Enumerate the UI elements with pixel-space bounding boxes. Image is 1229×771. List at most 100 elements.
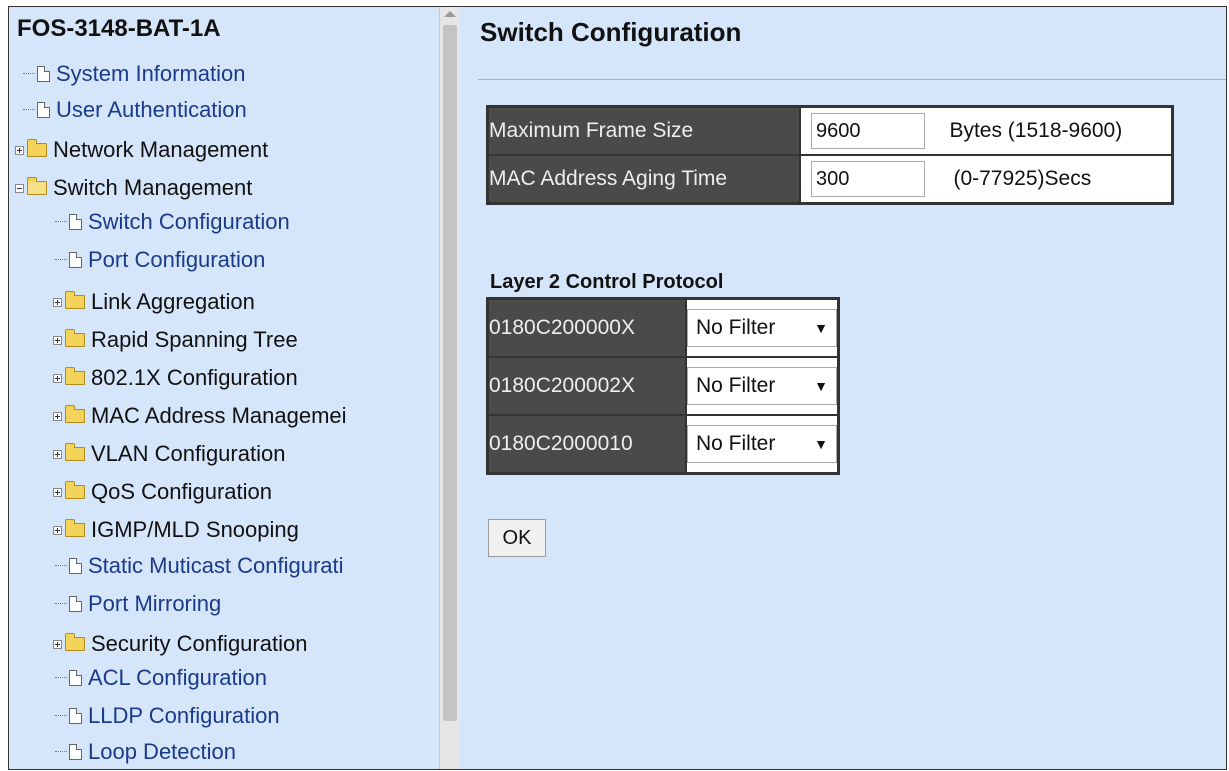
max-frame-size-range: Bytes (1518-9600)	[949, 119, 1123, 142]
select-value: No Filter	[696, 432, 776, 455]
sidebar-item-qos-configuration[interactable]: QoS Configuration	[53, 477, 272, 507]
folder-icon	[27, 139, 47, 157]
select-value: No Filter	[696, 316, 776, 339]
sidebar-item-loop-detection[interactable]: Loop Detection	[55, 737, 236, 767]
device-title: FOS-3148-BAT-1A	[17, 15, 221, 42]
sidebar-item-network-management[interactable]: Network Management	[15, 135, 268, 165]
sidebar-item-label: IGMP/MLD Snooping	[91, 517, 299, 542]
expand-plus-icon[interactable]	[53, 639, 62, 649]
mac-aging-time-cell: (0-77925)Secs	[799, 154, 1174, 205]
sidebar-item-static-multicast-configuration[interactable]: Static Muticast Configurati	[55, 551, 344, 581]
sidebar-item-label: Loop Detection	[88, 739, 236, 764]
tree-line	[55, 221, 67, 223]
sidebar-item-security-configuration[interactable]: Security Configuration	[53, 629, 307, 659]
l2cp-filter-select[interactable]: No Filter ▼	[687, 425, 837, 463]
expand-plus-icon[interactable]	[15, 145, 24, 155]
sidebar-item-label: Security Configuration	[91, 631, 308, 656]
sidebar-item-label: VLAN Configuration	[91, 441, 286, 466]
window-frame: FOS-3148-BAT-1A System Information User …	[8, 6, 1227, 770]
page-icon	[69, 214, 82, 230]
l2cp-filter-select[interactable]: No Filter ▼	[687, 367, 837, 405]
tree-line	[55, 715, 67, 717]
l2cp-address: 0180C200002X	[486, 356, 687, 416]
folder-icon	[65, 405, 85, 423]
sidebar-item-label: User Authentication	[56, 97, 247, 122]
sidebar: FOS-3148-BAT-1A System Information User …	[9, 7, 439, 769]
tree-line	[55, 259, 67, 261]
l2cp-filter-select[interactable]: No Filter ▼	[687, 309, 837, 347]
sidebar-item-port-configuration[interactable]: Port Configuration	[55, 245, 265, 275]
ok-button[interactable]: OK	[488, 519, 546, 557]
sidebar-scrollbar[interactable]	[439, 7, 460, 769]
tree-line	[23, 73, 35, 75]
page-icon	[37, 102, 50, 118]
l2cp-filter-cell: No Filter ▼	[685, 297, 840, 358]
table-row: 0180C200000X No Filter ▼	[486, 297, 840, 358]
sidebar-item-label: ACL Configuration	[88, 665, 267, 690]
sidebar-item-rapid-spanning-tree[interactable]: Rapid Spanning Tree	[53, 325, 298, 355]
table-row: 0180C200002X No Filter ▼	[486, 356, 840, 416]
expand-plus-icon[interactable]	[53, 449, 62, 459]
sidebar-item-switch-configuration[interactable]: Switch Configuration	[55, 207, 290, 237]
sidebar-item-acl-configuration[interactable]: ACL Configuration	[55, 663, 267, 693]
collapse-minus-icon[interactable]	[15, 183, 24, 193]
folder-icon	[65, 291, 85, 309]
sidebar-item-label: 802.1X Configuration	[91, 365, 298, 390]
sidebar-item-label: Port Configuration	[88, 247, 266, 272]
page-icon	[69, 558, 82, 574]
expand-plus-icon[interactable]	[53, 525, 62, 535]
max-frame-size-label: Maximum Frame Size	[486, 105, 801, 156]
tree-line	[55, 565, 67, 567]
mac-aging-time-input[interactable]	[811, 161, 925, 197]
dropdown-arrow-icon: ▼	[814, 436, 828, 452]
tree-line	[23, 109, 35, 111]
sidebar-item-label: Rapid Spanning Tree	[91, 327, 298, 352]
sidebar-item-label: MAC Address Managemei	[91, 403, 347, 428]
scrollbar-thumb[interactable]	[443, 25, 457, 721]
l2cp-filter-cell: No Filter ▼	[685, 414, 840, 475]
folder-icon	[65, 519, 85, 537]
expand-plus-icon[interactable]	[53, 335, 62, 345]
sidebar-item-label: System Information	[56, 61, 246, 86]
sidebar-item-system-information[interactable]: System Information	[23, 59, 246, 89]
folder-icon	[65, 367, 85, 385]
expand-plus-icon[interactable]	[53, 411, 62, 421]
page-icon	[69, 252, 82, 268]
sidebar-item-label: Network Management	[53, 137, 269, 162]
table-row: 0180C2000010 No Filter ▼	[486, 414, 840, 475]
sidebar-item-port-mirroring[interactable]: Port Mirroring	[55, 589, 221, 619]
page-icon	[37, 66, 50, 82]
table-row: MAC Address Aging Time (0-77925)Secs	[486, 154, 1174, 205]
sidebar-item-label: QoS Configuration	[91, 479, 272, 504]
sidebar-item-label: Switch Configuration	[88, 209, 290, 234]
mac-aging-time-range: (0-77925)Secs	[953, 167, 1092, 190]
sidebar-item-switch-management[interactable]: Switch Management	[15, 173, 252, 203]
page-icon	[69, 708, 82, 724]
max-frame-size-input[interactable]	[811, 113, 925, 149]
sidebar-item-mac-address-management[interactable]: MAC Address Managemei	[53, 401, 347, 431]
expand-plus-icon[interactable]	[53, 373, 62, 383]
l2cp-filter-cell: No Filter ▼	[685, 356, 840, 416]
l2cp-address: 0180C2000010	[486, 414, 687, 475]
switch-settings-table: Maximum Frame Size Bytes (1518-9600) MAC…	[486, 105, 1174, 205]
sidebar-item-vlan-configuration[interactable]: VLAN Configuration	[53, 439, 285, 469]
sidebar-item-user-authentication[interactable]: User Authentication	[23, 95, 247, 125]
sidebar-item-igmp-mld-snooping[interactable]: IGMP/MLD Snooping	[53, 515, 299, 545]
expand-plus-icon[interactable]	[53, 487, 62, 497]
page-icon	[69, 596, 82, 612]
main-content: Switch Configuration Maximum Frame Size …	[460, 7, 1226, 769]
expand-plus-icon[interactable]	[53, 297, 62, 307]
sidebar-item-label: Switch Management	[53, 175, 253, 200]
folder-icon	[65, 481, 85, 499]
scroll-up-arrow-icon[interactable]	[444, 11, 456, 17]
dropdown-arrow-icon: ▼	[814, 378, 828, 394]
l2cp-address: 0180C200000X	[486, 297, 687, 358]
select-value: No Filter	[696, 374, 776, 397]
open-folder-icon	[27, 177, 47, 195]
max-frame-size-cell: Bytes (1518-9600)	[799, 105, 1174, 156]
page-icon	[69, 670, 82, 686]
sidebar-item-link-aggregation[interactable]: Link Aggregation	[53, 287, 255, 317]
sidebar-item-lldp-configuration[interactable]: LLDP Configuration	[55, 701, 280, 731]
l2cp-table: 0180C200000X No Filter ▼ 0180C200002X No…	[486, 297, 840, 475]
sidebar-item-8021x-configuration[interactable]: 802.1X Configuration	[53, 363, 298, 393]
